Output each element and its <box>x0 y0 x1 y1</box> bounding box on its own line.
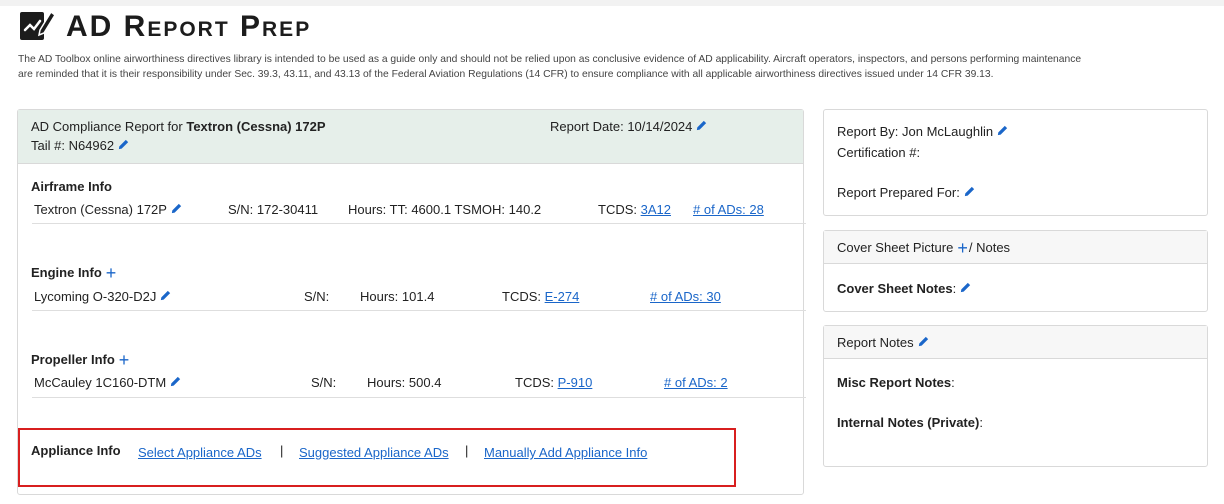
report-notes-title: Report Notes <box>837 335 930 351</box>
engine-heading-text: Engine Info <box>31 265 102 280</box>
airframe-sn: S/N: 172-30411 <box>228 202 319 217</box>
edit-tail-pencil-icon[interactable] <box>117 138 130 151</box>
cover-sheet-notes-label: / Notes <box>968 240 1011 255</box>
report-notes-title-text: Report Notes <box>837 335 914 350</box>
cover-sheet-notes-colon: : <box>952 281 957 296</box>
airframe-model: Textron (Cessna) 172P <box>34 202 183 218</box>
disclaimer: The AD Toolbox online airworthiness dire… <box>18 52 1213 82</box>
engine-model: Lycoming O-320-D2J <box>34 289 172 305</box>
edit-report-date-pencil-icon[interactable] <box>695 119 708 132</box>
propeller-model: McCauley 1C160-DTM <box>34 375 182 391</box>
propeller-tcds-link[interactable]: P-910 <box>558 375 593 390</box>
airframe-ads-link[interactable]: # of ADs: 28 <box>693 202 764 218</box>
aircraft-name: Textron (Cessna) 172P <box>186 119 326 134</box>
add-cover-picture-plus-icon[interactable]: + <box>957 238 968 258</box>
engine-tcds: TCDS: E-274 <box>502 289 579 305</box>
add-engine-plus-icon[interactable]: + <box>106 263 117 283</box>
report-date-text: Report Date: 10/14/2024 <box>550 119 693 134</box>
propeller-ads-link[interactable]: # of ADs: 2 <box>664 375 728 391</box>
airframe-heading: Airframe Info <box>31 179 112 194</box>
top-bar <box>0 0 1224 6</box>
edit-report-notes-pencil-icon[interactable] <box>917 335 930 348</box>
airframe-divider <box>32 223 806 224</box>
add-propeller-plus-icon[interactable]: + <box>119 350 130 370</box>
cover-sheet-picture-label: Cover Sheet Picture <box>837 240 954 255</box>
engine-hours: Hours: 101.4 <box>360 289 435 304</box>
propeller-heading: Propeller Info + <box>31 350 130 370</box>
propeller-model-text: McCauley 1C160-DTM <box>34 375 167 390</box>
engine-ads-link[interactable]: # of ADs: 30 <box>650 289 721 305</box>
propeller-heading-text: Propeller Info <box>31 352 115 367</box>
report-edit-logo-icon <box>20 10 56 40</box>
edit-propeller-pencil-icon[interactable] <box>169 375 182 388</box>
report-notes-panel: Report Notes Misc Report Notes: Internal… <box>823 325 1208 467</box>
edit-report-by-pencil-icon[interactable] <box>996 124 1009 137</box>
tail-number: Tail #: N64962 <box>31 138 130 154</box>
report-prepared-for: Report Prepared For: <box>837 185 976 201</box>
propeller-tcds-label: TCDS: <box>515 375 558 390</box>
propeller-sn: S/N: <box>311 375 337 390</box>
edit-engine-pencil-icon[interactable] <box>159 289 172 302</box>
tail-number-text: Tail #: N64962 <box>31 138 115 153</box>
cover-sheet-title: Cover Sheet Picture +/ Notes <box>837 238 1011 258</box>
propeller-tcds: TCDS: P-910 <box>515 375 592 391</box>
edit-airframe-pencil-icon[interactable] <box>170 202 183 215</box>
internal-notes: Internal Notes (Private): <box>837 415 983 431</box>
airframe-tcds-label: TCDS: <box>598 202 641 217</box>
engine-model-text: Lycoming O-320-D2J <box>34 289 157 304</box>
misc-report-notes: Misc Report Notes: <box>837 375 955 391</box>
engine-sn: S/N: <box>304 289 330 304</box>
engine-heading: Engine Info + <box>31 263 117 283</box>
compliance-title: AD Compliance Report for Textron (Cessna… <box>31 119 326 135</box>
page-title: AD Report Prep <box>66 10 312 43</box>
compliance-prefix: AD Compliance Report for <box>31 119 187 134</box>
report-by-panel: Report By: Jon McLaughlin Certification … <box>823 109 1208 216</box>
appliance-highlight-box <box>18 428 736 487</box>
report-by: Report By: Jon McLaughlin <box>837 124 1009 140</box>
airframe-tcds: TCDS: 3A12 <box>598 202 671 218</box>
cover-sheet-notes-text: Cover Sheet Notes <box>837 281 953 296</box>
edit-prepared-for-pencil-icon[interactable] <box>963 185 976 198</box>
airframe-hours: Hours: TT: 4600.1 TSMOH: 140.2 <box>348 202 542 217</box>
engine-divider <box>32 310 806 311</box>
airframe-model-text: Textron (Cessna) 172P <box>34 202 167 217</box>
edit-cover-notes-pencil-icon[interactable] <box>959 281 972 294</box>
misc-report-notes-text: Misc Report Notes <box>837 375 952 390</box>
report-date: Report Date: 10/14/2024 <box>550 119 708 135</box>
airframe-tcds-link[interactable]: 3A12 <box>641 202 671 217</box>
cover-sheet-panel: Cover Sheet Picture +/ Notes Cover Sheet … <box>823 230 1208 312</box>
certification-number: Certification #: <box>837 145 921 160</box>
engine-tcds-label: TCDS: <box>502 289 545 304</box>
misc-report-notes-colon: : <box>951 375 955 390</box>
internal-notes-text: Internal Notes (Private) <box>837 415 980 430</box>
propeller-divider <box>32 397 806 398</box>
engine-tcds-link[interactable]: E-274 <box>545 289 580 304</box>
propeller-hours: Hours: 500.4 <box>367 375 442 390</box>
disclaimer-line-2: are reminded that it is their responsibi… <box>18 69 994 80</box>
cover-sheet-notes: Cover Sheet Notes: <box>837 281 972 297</box>
report-by-text: Report By: Jon McLaughlin <box>837 124 994 139</box>
disclaimer-line-1: The AD Toolbox online airworthiness dire… <box>18 54 1082 65</box>
report-prepared-for-text: Report Prepared For: <box>837 185 960 200</box>
internal-notes-colon: : <box>979 415 983 430</box>
